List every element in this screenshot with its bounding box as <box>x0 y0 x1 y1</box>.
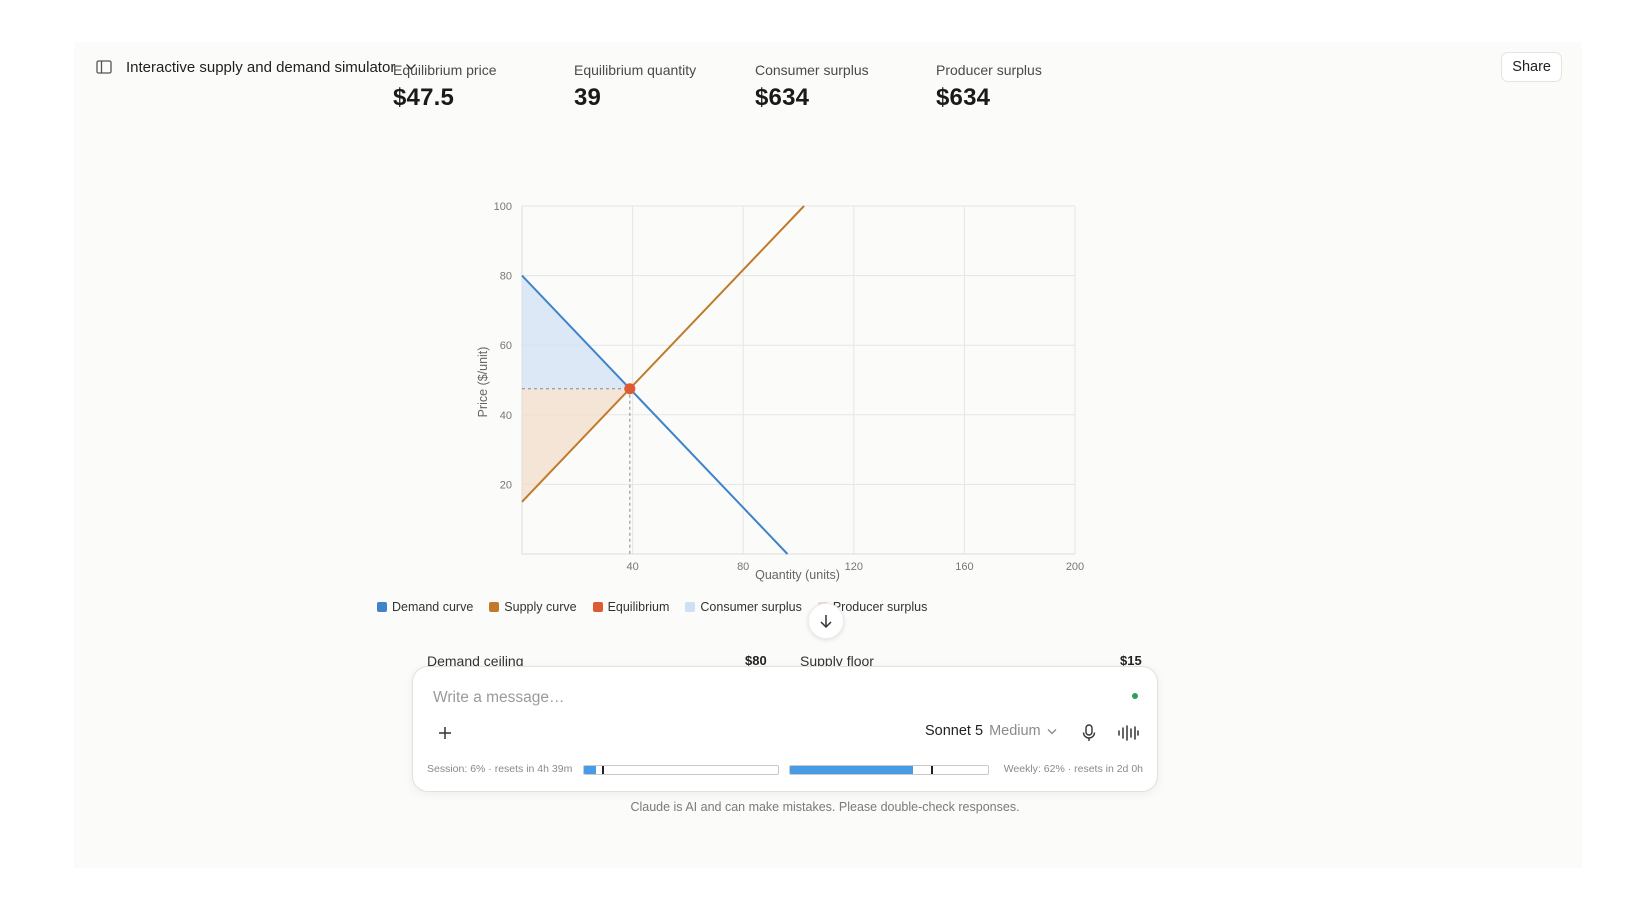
stat-value: $634 <box>755 84 810 111</box>
legend-swatch <box>377 602 387 612</box>
x-tick-label: 200 <box>1066 561 1084 573</box>
stat-value: $634 <box>936 84 991 111</box>
session-usage-marker <box>601 766 604 774</box>
stat-label: Consumer surplus <box>755 62 869 78</box>
stat-equilibrium-quantity: Equilibrium quantity 39 <box>574 62 764 112</box>
plus-icon <box>439 727 451 739</box>
conversation-title: Interactive supply and demand simulator <box>126 58 396 76</box>
y-tick-label: 40 <box>500 410 512 422</box>
y-tick-label: 100 <box>494 201 512 213</box>
weekly-usage-bar <box>789 765 989 775</box>
legend-item: Consumer surplus <box>685 600 802 614</box>
stat-value: $47.5 <box>393 84 455 111</box>
scroll-down-button[interactable] <box>808 603 844 639</box>
legend-item: Equilibrium <box>592 600 670 614</box>
stat-equilibrium-price: Equilibrium price $47.5 <box>393 62 583 112</box>
legend-label: Producer surplus <box>832 600 928 614</box>
microphone-button[interactable] <box>1077 721 1101 745</box>
model-effort: Medium <box>989 723 1041 739</box>
session-usage-text: Session: 6% · resets in 4h 39m <box>427 763 573 775</box>
voice-waveform-icon <box>1118 725 1139 741</box>
conversation-title-menu[interactable]: Interactive supply and demand simulator <box>126 54 417 80</box>
y-tick-label: 80 <box>500 271 512 283</box>
chart-legend: Demand curve Supply curve Equilibrium Consu… <box>377 600 927 614</box>
usage-row: Session: 6% · resets in 4h 39m Weekly: 6… <box>427 763 1143 777</box>
legend-item: Supply curve <box>489 600 577 614</box>
x-tick-label: 160 <box>955 561 973 573</box>
status-dot <box>1132 693 1138 699</box>
weekly-usage-fill <box>790 766 913 774</box>
stat-label: Producer surplus <box>936 62 1042 78</box>
equilibrium-point <box>624 383 636 395</box>
session-usage-bar <box>583 765 779 775</box>
stat-consumer-surplus: Consumer surplus $634 <box>755 62 945 112</box>
session-usage-fill <box>584 766 596 774</box>
stat-label: Equilibrium quantity <box>574 62 697 78</box>
share-button[interactable]: Share <box>1501 52 1562 82</box>
legend-label: Equilibrium <box>607 600 670 614</box>
legend-item: Demand curve <box>377 600 473 614</box>
x-axis-label: Quantity (units) <box>755 568 840 582</box>
microphone-icon <box>1082 724 1096 741</box>
x-tick-label: 80 <box>737 561 749 573</box>
stat-label: Equilibrium price <box>393 62 497 78</box>
message-input[interactable] <box>431 685 1095 711</box>
legend-swatch <box>685 602 696 612</box>
supply-demand-chart: 40 80 120 160 200 20 40 60 80 100 Quantity (units)… <box>476 201 1084 582</box>
ai-disclaimer: Claude is AI and can make mistakes. Plea… <box>630 800 1020 814</box>
message-composer: Sonnet 5 Medium Session: 6% · resets in … <box>412 666 1158 792</box>
model-name: Sonnet 5 <box>925 723 984 739</box>
stat-value: 39 <box>574 84 602 111</box>
add-attachment-button[interactable] <box>433 721 457 745</box>
arrow-down-icon <box>820 615 832 629</box>
model-selector[interactable]: Sonnet 5 Medium <box>925 723 1057 739</box>
stat-producer-surplus: Producer surplus $634 <box>936 62 1126 112</box>
legend-swatch <box>592 602 603 612</box>
x-tick-label: 120 <box>845 561 863 573</box>
chevron-down-icon <box>1047 728 1057 734</box>
legend-label: Demand curve <box>392 600 474 614</box>
legend-label: Consumer surplus <box>700 600 802 614</box>
legend-label: Supply curve <box>504 600 577 614</box>
y-tick-label: 20 <box>500 479 512 491</box>
y-tick-label: 60 <box>500 340 512 352</box>
x-tick-label: 40 <box>626 561 638 573</box>
weekly-usage-text: Weekly: 62% · resets in 2d 0h <box>1003 763 1143 775</box>
stats-panel: Equilibrium price $47.5 Equilibrium quan… <box>393 62 1113 122</box>
weekly-usage-marker <box>930 766 933 774</box>
legend-swatch <box>489 602 500 612</box>
sidebar-toggle-icon <box>96 60 112 74</box>
voice-mode-button[interactable] <box>1115 721 1141 745</box>
sidebar-toggle-button[interactable] <box>92 55 116 79</box>
y-axis-label: Price ($/unit) <box>476 347 490 418</box>
